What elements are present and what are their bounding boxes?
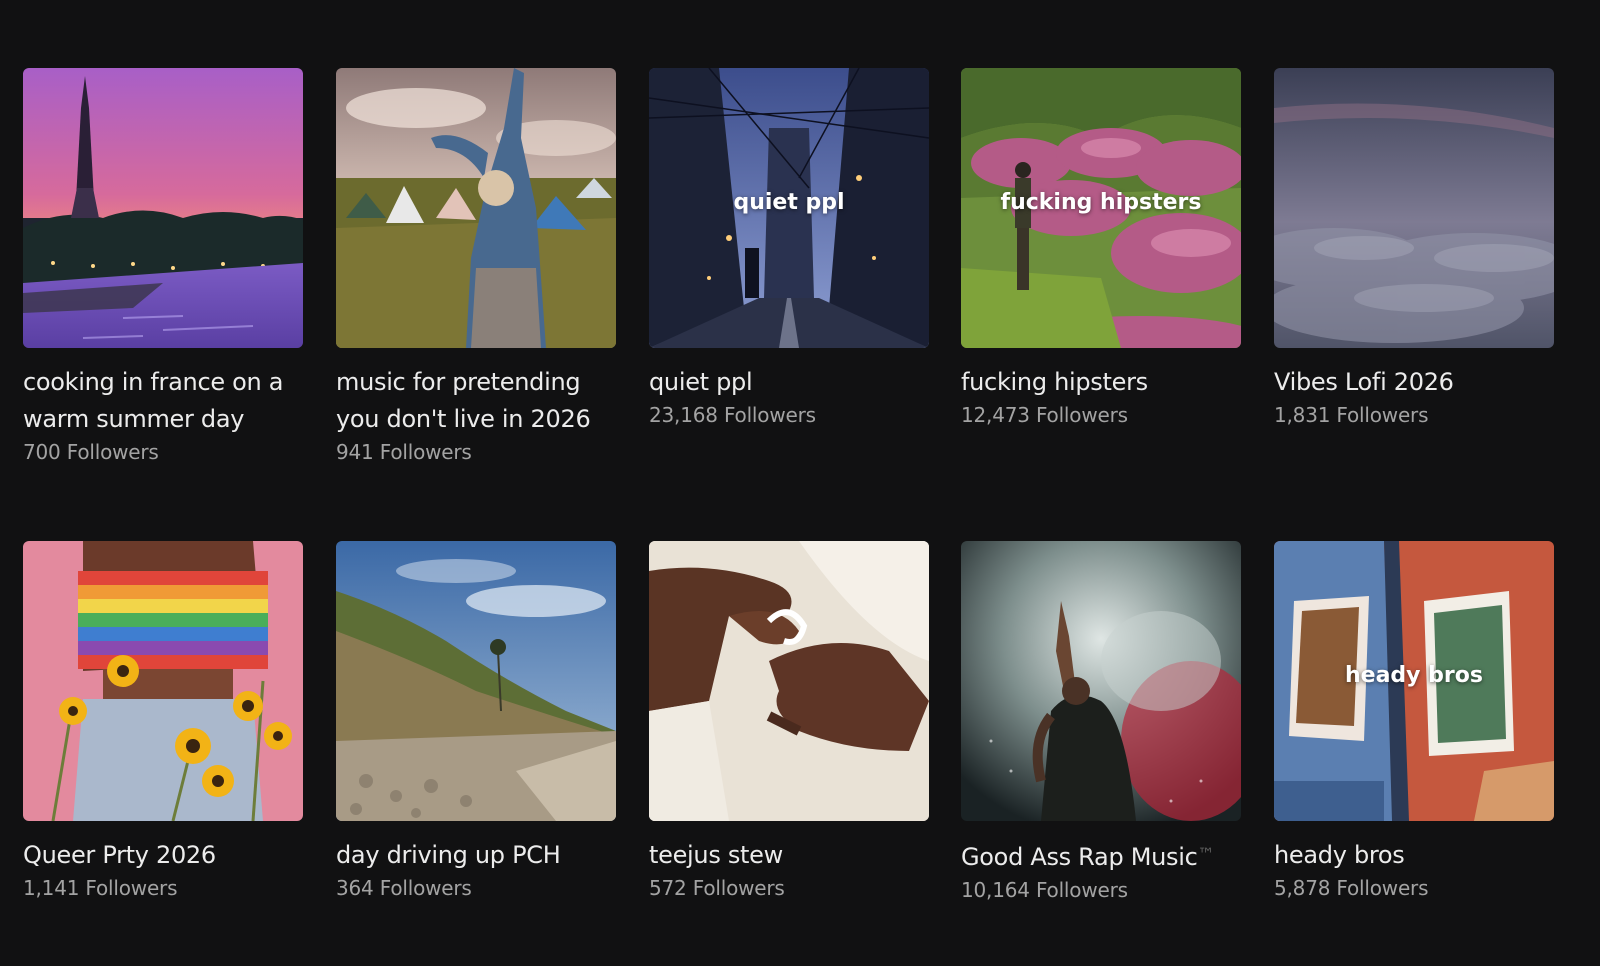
playlist-grid: cooking in france on a warm summer day 7…	[0, 0, 1600, 966]
follower-count: 1,141 Followers	[23, 876, 178, 900]
playlist-cover[interactable]: heady bros	[1274, 541, 1554, 821]
playlist-cover[interactable]	[336, 68, 616, 348]
follower-count: 23,168 Followers	[649, 403, 816, 427]
playlist-title[interactable]: quiet ppl	[649, 364, 929, 401]
playlist-cover[interactable]	[961, 541, 1241, 821]
cover-overlay-text: heady bros	[1345, 663, 1483, 688]
coastal-cliff-image	[336, 541, 616, 821]
playlist-title[interactable]: day driving up PCH	[336, 837, 616, 874]
playlist-card[interactable]: teejus stew 572 Followers	[649, 541, 929, 900]
playlist-title[interactable]: Vibes Lofi 2026	[1274, 364, 1554, 401]
playlist-title[interactable]: Queer Prty 2026	[23, 837, 303, 874]
playlist-title[interactable]: fucking hipsters	[961, 364, 1241, 401]
playlist-cover[interactable]: quiet ppl	[649, 68, 929, 348]
playlist-cover[interactable]	[23, 541, 303, 821]
cover-overlay-text: quiet ppl	[733, 190, 845, 215]
follower-count: 700 Followers	[23, 440, 159, 464]
playlist-title-text: Good Ass Rap Music	[961, 843, 1198, 871]
playlist-card[interactable]: Vibes Lofi 2026 1,831 Followers	[1274, 68, 1554, 427]
playlist-card[interactable]: fucking hipsters fucking hipsters 12,473…	[961, 68, 1241, 427]
rainbow-top-sunflowers-image	[23, 541, 303, 821]
follower-count: 12,473 Followers	[961, 403, 1128, 427]
playlist-card[interactable]: Queer Prty 2026 1,141 Followers	[23, 541, 303, 900]
playlist-cover[interactable]	[336, 541, 616, 821]
playlist-cover[interactable]	[23, 68, 303, 348]
playlist-card[interactable]: music for pretending you don't live in 2…	[336, 68, 616, 464]
playlist-card[interactable]: heady bros heady bros 5,878 Followers	[1274, 541, 1554, 900]
playlist-cover[interactable]	[1274, 68, 1554, 348]
playlist-title[interactable]: heady bros	[1274, 837, 1554, 874]
playlist-cover[interactable]	[649, 541, 929, 821]
festival-dancer-image	[336, 68, 616, 348]
cover-overlay-text: fucking hipsters	[1000, 190, 1202, 215]
follower-count: 10,164 Followers	[961, 878, 1128, 902]
playlist-cover[interactable]: fucking hipsters	[961, 68, 1241, 348]
performer-smoke-image	[961, 541, 1241, 821]
follower-count: 364 Followers	[336, 876, 472, 900]
follower-count: 1,831 Followers	[1274, 403, 1429, 427]
playlist-card[interactable]: cooking in france on a warm summer day 7…	[23, 68, 303, 464]
playlist-title[interactable]: Good Ass Rap Music™	[961, 837, 1241, 876]
playlist-card[interactable]: Good Ass Rap Music™ 10,164 Followers	[961, 541, 1241, 902]
hands-closeup-image	[649, 541, 929, 821]
playlist-title[interactable]: cooking in france on a warm summer day	[23, 364, 303, 438]
follower-count: 572 Followers	[649, 876, 785, 900]
playlist-title[interactable]: teejus stew	[649, 837, 929, 874]
follower-count: 5,878 Followers	[1274, 876, 1429, 900]
playlist-card[interactable]: quiet ppl quiet ppl 23,168 Followers	[649, 68, 929, 427]
trademark-symbol: ™	[1197, 845, 1215, 865]
playlist-card[interactable]: day driving up PCH 364 Followers	[336, 541, 616, 900]
eiffel-tower-sunset-image	[23, 68, 303, 348]
clouds-image	[1274, 68, 1554, 348]
playlist-title[interactable]: music for pretending you don't live in 2…	[336, 364, 616, 438]
follower-count: 941 Followers	[336, 440, 472, 464]
